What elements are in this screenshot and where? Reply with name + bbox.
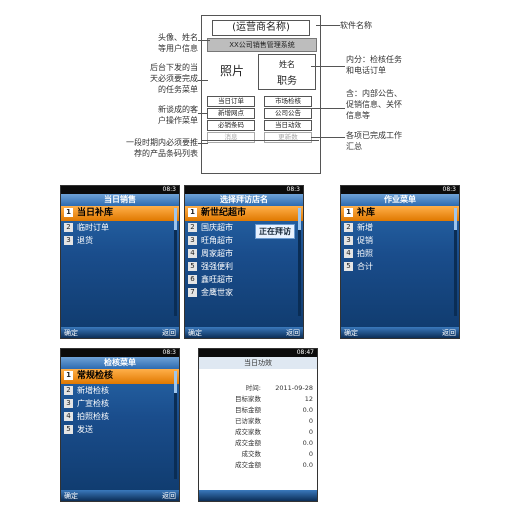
menu-item[interactable]: 3 促销 [341,234,459,247]
wf-button-message[interactable]: 消息 [207,132,255,143]
wf-button-update[interactable]: 更新数 [264,132,312,143]
menu-item[interactable]: 1 补库 [341,206,459,221]
stat-row: 目标家数 12 [235,395,313,403]
wireframe-subtitle: XX公司销售管理系统 [207,38,317,52]
connector-line [198,143,208,144]
menu-item[interactable]: 4 拍照检核 [61,410,179,423]
phone-screen-select-store: 08:3 选择拜访店名 1 新世纪超市 2 国庆超市 3 旺角超市 4 周家超市 5 强强… [184,185,304,339]
back-softkey[interactable]: 返回 [162,491,176,501]
wireframe-name: 姓名 [279,60,295,69]
annotation-barcode-list: 一段时期内必须要推 荐的产品条码列表 [126,138,198,158]
scrollbar[interactable] [174,208,177,316]
store-item[interactable]: 7 金鹰世家 [185,286,303,299]
connector-line [311,137,345,138]
connector-line [198,80,208,81]
back-softkey[interactable]: 返回 [286,328,300,338]
scrollbar[interactable] [298,208,301,316]
softkey-bar [199,490,317,501]
annotation-notices: 含：内部公告、 促销信息、关怀 信息等 [346,89,402,120]
store-item[interactable]: 6 鑫旺超市 [185,273,303,286]
menu-item[interactable]: 3 退货 [61,234,179,247]
confirm-softkey[interactable]: 确定 [64,491,78,501]
phone-screen-work-menu: 08:3 作业菜单 1 补库 2 新增 3 促销 4 拍照 5 合计 确定 返回 [340,185,460,339]
connector-line [198,40,210,41]
stat-row: 已访家数 0 [235,417,313,425]
scrollbar[interactable] [174,371,177,479]
wireframe-position: 职务 [277,76,297,87]
stat-row: 成交金额 0.0 [235,461,313,469]
status-bar: 08:3 [185,186,303,194]
wf-button-market-check[interactable]: 市场检核 [264,96,312,107]
back-softkey[interactable]: 返回 [162,328,176,338]
menu-item[interactable]: 2 新增 [341,221,459,234]
screen-title: 当日功效 [199,357,317,369]
wf-button-must-sell-barcode[interactable]: 必销条码 [207,120,255,131]
confirm-softkey[interactable]: 确定 [344,328,358,338]
status-bar: 08:3 [61,186,179,194]
menu-item[interactable]: 1 当日补库 [61,206,179,221]
annotation-software-name: 软件名称 [340,21,372,30]
connector-line [311,66,345,67]
softkey-bar: 确定 返回 [185,327,303,338]
confirm-softkey[interactable]: 确定 [64,328,78,338]
wf-button-company-notice[interactable]: 公司公告 [264,108,312,119]
status-bar: 08:3 [61,349,179,357]
phone-screen-check-menu: 08:3 检核菜单 1 常规检核 2 新增检核 3 广宣检核 4 拍照检核 5 发送 确定… [60,348,180,502]
status-bar: 08:47 [199,349,317,357]
wireframe-photo: 照片 [219,64,244,78]
visiting-badge: 正在拜访 [255,224,295,239]
annotation-new-customer: 新谈成的客 户操作菜单 [158,105,198,125]
wf-button-daily-performance[interactable]: 当日动效 [264,120,312,131]
softkey-bar: 确定 返回 [61,490,179,501]
store-item[interactable]: 4 周家超市 [185,247,303,260]
phone-screen-daily-performance: 08:47 当日功效 时间: 2011-09-28 目标家数 12 目标金额 0.0 … [198,348,318,502]
screen-title: 选择拜访店名 [185,194,303,206]
back-softkey[interactable]: 返回 [442,328,456,338]
softkey-bar: 确定 返回 [341,327,459,338]
stat-row: 时间: 2011-09-28 [245,384,313,392]
menu-item[interactable]: 1 常规检核 [61,369,179,384]
annotation-check-tasks: 内分：检核任务 和电话订单 [346,55,402,75]
connector-line [316,25,340,26]
menu-item[interactable]: 3 广宣检核 [61,397,179,410]
scrollbar[interactable] [454,208,457,316]
wireframe-title: (运营商名称) [212,20,310,36]
connector-line [198,113,208,114]
stat-row: 目标金额 0.0 [235,406,313,414]
menu-item[interactable]: 2 新增检核 [61,384,179,397]
store-item[interactable]: 1 新世纪超市 [185,206,303,221]
confirm-softkey[interactable]: 确定 [188,328,202,338]
stat-row: 成交金额 0.0 [235,439,313,447]
menu-item[interactable]: 2 临时订单 [61,221,179,234]
wireframe-divider [201,140,319,141]
screen-title: 检核菜单 [61,357,179,369]
menu-item[interactable]: 5 合计 [341,260,459,273]
wf-button-new-outlet[interactable]: 新增网点 [207,108,255,119]
stat-row: 成交家数 0 [235,428,313,436]
phone-screen-daily-sales: 08:3 当日销售 1 当日补库 2 临时订单 3 退货 确定 返回 [60,185,180,339]
annotation-user-info: 头像、姓名 等用户信息 [158,33,198,53]
stat-row: 成交数 0 [241,450,314,458]
connector-line [311,108,345,109]
annotation-task-menu: 后台下发的当 天必须要完成 的任务菜单 [150,63,198,94]
menu-item[interactable]: 5 发送 [61,423,179,436]
store-item[interactable]: 5 强强便利 [185,260,303,273]
menu-item[interactable]: 4 拍照 [341,247,459,260]
screen-title: 当日销售 [61,194,179,206]
softkey-bar: 确定 返回 [61,327,179,338]
status-bar: 08:3 [341,186,459,194]
wireframe-user-info: 姓名 职务 [258,54,316,90]
annotation-work-summary: 各项已完成工作 汇总 [346,131,402,151]
wf-button-daily-order[interactable]: 当日订单 [207,96,255,107]
screen-title: 作业菜单 [341,194,459,206]
